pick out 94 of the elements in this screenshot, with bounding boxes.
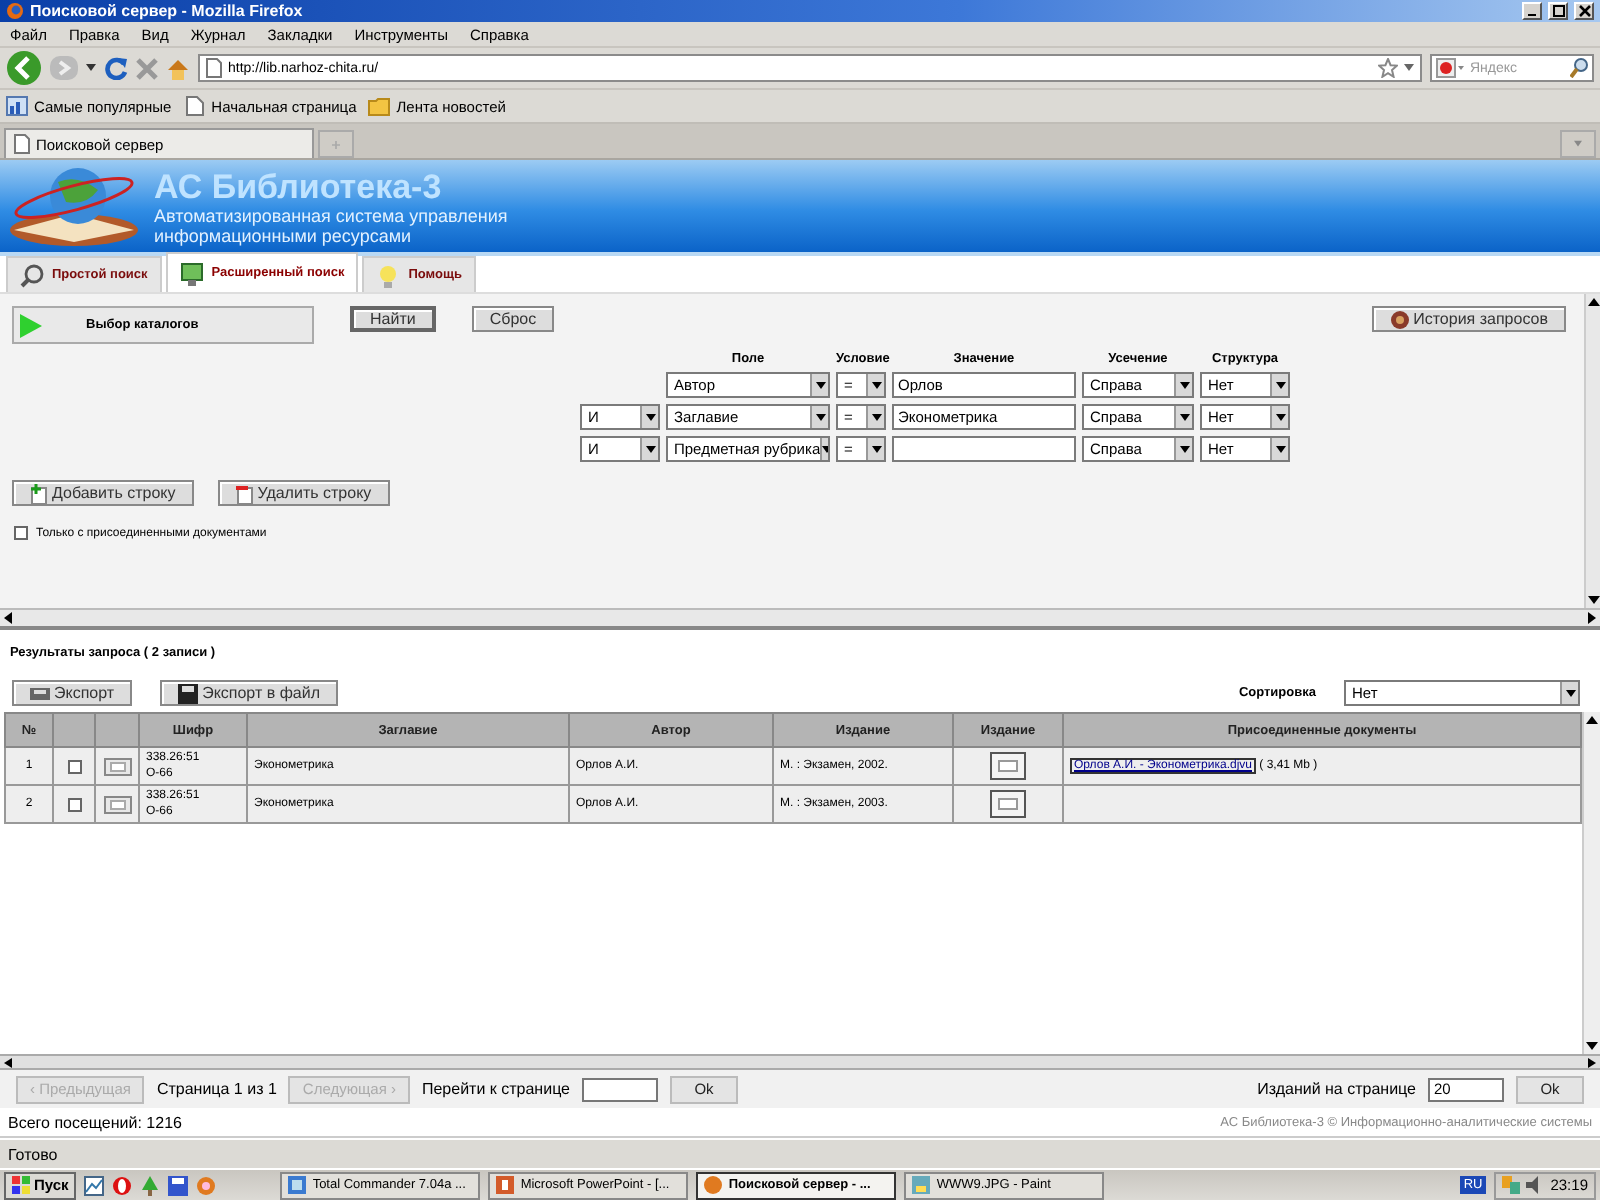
- status-text: Готово: [8, 1145, 58, 1163]
- details-button[interactable]: [103, 795, 131, 813]
- caret-icon: [871, 445, 881, 453]
- scroll-up-icon: [1584, 712, 1600, 728]
- card-icon: [109, 761, 125, 771]
- minimize-button[interactable]: [1522, 2, 1542, 20]
- export-button[interactable]: Экспорт: [12, 680, 133, 706]
- card-icon: [109, 799, 125, 809]
- stop-icon: [136, 57, 158, 79]
- card-icon: [998, 760, 1018, 772]
- checkbox[interactable]: [14, 526, 28, 540]
- scrollbar[interactable]: [1584, 294, 1600, 608]
- add-row-button[interactable]: Добавить строку: [12, 480, 194, 506]
- reset-button[interactable]: Сброс: [471, 306, 555, 332]
- caret-icon: [1179, 445, 1189, 453]
- caret-icon: [86, 64, 96, 72]
- search-icon: [20, 263, 44, 287]
- monitor-icon: [179, 261, 204, 285]
- home-button[interactable]: [166, 57, 190, 79]
- caret-icon: [1179, 413, 1189, 421]
- folder-icon: [368, 96, 391, 116]
- scrollbar[interactable]: [0, 608, 1600, 626]
- globe-and-book-logo: [6, 162, 142, 250]
- delete-row-button[interactable]: Удалить строку: [217, 480, 390, 506]
- add-icon: [30, 483, 48, 503]
- home-icon: [166, 57, 190, 79]
- window-title: Поисковой сервер - Mozilla Firefox: [30, 2, 305, 20]
- page-icon: [14, 134, 30, 154]
- save-icon[interactable]: [168, 1175, 189, 1195]
- caret-icon: [815, 413, 825, 421]
- chart-icon[interactable]: [84, 1175, 105, 1195]
- firefox-icon: [6, 2, 24, 20]
- caret-icon: [1565, 689, 1575, 697]
- play-icon: [20, 313, 42, 337]
- export-icon: [30, 685, 50, 701]
- caret-icon: [1275, 413, 1285, 421]
- app-title: АС Библиотека-3: [154, 167, 444, 205]
- page-info: Страница 1 из 1: [156, 1080, 277, 1098]
- maximize-button[interactable]: [1548, 2, 1568, 20]
- window-icon: [288, 1176, 307, 1194]
- close-button[interactable]: [1574, 2, 1594, 20]
- caret-icon: [1179, 381, 1189, 389]
- delete-icon: [235, 483, 254, 503]
- page-icon: [183, 96, 206, 116]
- caret-icon: [1275, 445, 1285, 453]
- slides-icon: [496, 1176, 515, 1194]
- caret-icon: [1404, 64, 1414, 72]
- scroll-up-icon: [1586, 294, 1600, 310]
- app-subtitle: информационными ресурсами: [154, 225, 412, 245]
- caret-icon: [645, 413, 655, 421]
- scroll-left-icon: [0, 610, 16, 626]
- reload-icon: [104, 56, 128, 80]
- card-icon: [998, 798, 1018, 810]
- caret-icon: [871, 413, 881, 421]
- caret-icon: [1275, 381, 1285, 389]
- search-icon: [1570, 58, 1588, 78]
- maximize-icon: [1551, 4, 1565, 18]
- checkbox[interactable]: [67, 759, 81, 773]
- scrollbar[interactable]: [0, 1054, 1600, 1070]
- history-dropdown-button[interactable]: [86, 64, 96, 72]
- visit-counter: Всего посещений: 1216: [8, 1113, 182, 1131]
- search-engine-icon: [1436, 58, 1464, 78]
- plus-icon: [332, 137, 340, 151]
- per-page-label: Изданий на странице: [1257, 1080, 1416, 1098]
- caret-icon: [645, 445, 655, 453]
- checkbox[interactable]: [67, 797, 81, 811]
- caret-icon: [871, 381, 881, 389]
- reload-button[interactable]: [104, 56, 128, 80]
- edition-button[interactable]: [990, 790, 1026, 818]
- scroll-down-icon: [1586, 592, 1600, 608]
- goto-label: Перейти к странице: [421, 1080, 571, 1098]
- caret-icon: [815, 381, 825, 389]
- details-button[interactable]: [103, 757, 131, 775]
- close-icon: [1577, 4, 1591, 18]
- picture-icon: [912, 1176, 931, 1194]
- save-icon: [178, 683, 199, 703]
- caret-icon: [1574, 140, 1582, 148]
- page-number-field[interactable]: [582, 1077, 659, 1101]
- windows-logo-icon: [12, 1176, 30, 1194]
- page-icon: [206, 58, 222, 78]
- tree-icon[interactable]: [140, 1175, 161, 1195]
- back-button[interactable]: [6, 50, 42, 86]
- network-icon: [1502, 1176, 1521, 1194]
- history-button[interactable]: История запросов: [1371, 306, 1566, 332]
- edition-button[interactable]: [990, 752, 1026, 780]
- chart-icon: [6, 96, 28, 116]
- circle-icon[interactable]: [112, 1175, 133, 1195]
- input-field[interactable]: [892, 436, 1076, 462]
- app-subtitle: Автоматизированная система управления: [154, 205, 508, 225]
- export-file-button[interactable]: Экспорт в файл: [160, 680, 338, 706]
- lightbulb-icon: [376, 263, 401, 287]
- find-button[interactable]: Найти: [350, 306, 436, 332]
- scrollbar[interactable]: [1582, 712, 1600, 1054]
- star-icon: [1378, 58, 1398, 78]
